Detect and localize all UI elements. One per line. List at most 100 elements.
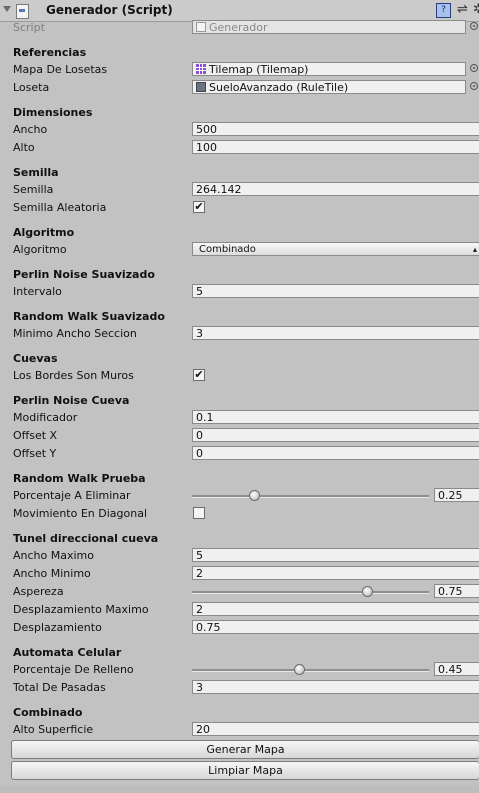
aspereza-slider-thumb[interactable] (361, 586, 373, 597)
script-value: Generador (209, 21, 268, 34)
desplazamiento-maximo-input[interactable]: 2 (192, 602, 479, 616)
slider-track[interactable] (192, 591, 429, 594)
modificador-label: Modificador (13, 411, 78, 424)
intervalo-label: Intervalo (13, 285, 62, 298)
object-picker-icon[interactable] (470, 64, 478, 72)
help-book-icon[interactable]: ? (436, 3, 451, 18)
alto-superficie-label: Alto Superficie (13, 723, 94, 736)
section-referencias: Referencias (13, 46, 87, 59)
offset-x-label: Offset X (13, 429, 58, 442)
alto-label: Alto (13, 141, 35, 154)
mapa-losetas-label: Mapa De Losetas (13, 63, 108, 76)
total-pasadas-label: Total De Pasadas (13, 681, 106, 694)
script-field: Generador (192, 20, 466, 34)
ancho-maximo-input[interactable]: 5 (192, 548, 479, 562)
script-row: Script Generador (0, 19, 479, 37)
desplazamiento-maximo-label: Desplazamiento Maximo (13, 603, 149, 616)
algoritmo-selected: Combinado (199, 244, 256, 255)
ancho-input[interactable]: 500 (192, 122, 479, 136)
modificador-input[interactable]: 0.1 (192, 410, 479, 424)
porcentaje-eliminar-label: Porcentaje A Eliminar (13, 489, 131, 502)
aspereza-row: Aspereza 0.75 (0, 583, 479, 601)
porcentaje-relleno-row: Porcentaje De Relleno 0.45 (0, 661, 479, 679)
porcentaje-eliminar-slider-thumb[interactable] (248, 490, 260, 501)
component-title: Generador (Script) (46, 3, 173, 17)
ruletile-icon (196, 82, 206, 92)
ancho-minimo-row: Ancho Minimo 2 (0, 565, 479, 583)
offset-y-input[interactable]: 0 (192, 446, 479, 460)
ancho-minimo-input[interactable]: 2 (192, 566, 479, 580)
aspereza-input[interactable]: 0.75 (434, 584, 479, 598)
porcentaje-eliminar-row: Porcentaje A Eliminar 0.25 (0, 487, 479, 505)
tilemap-icon (196, 64, 206, 74)
desplazamiento-row: Desplazamiento 0.75 (0, 619, 479, 637)
foldout-arrow-icon[interactable] (3, 6, 11, 12)
section-perlin-cueva: Perlin Noise Cueva (13, 394, 130, 407)
section-automata: Automata Celular (13, 646, 122, 659)
object-picker-icon[interactable] (470, 82, 478, 90)
porcentaje-eliminar-input[interactable]: 0.25 (434, 488, 479, 502)
ancho-minimo-label: Ancho Minimo (13, 567, 91, 580)
section-cuevas: Cuevas (13, 352, 58, 365)
ancho-maximo-label: Ancho Maximo (13, 549, 94, 562)
porcentaje-relleno-slider-thumb[interactable] (293, 664, 305, 675)
ancho-row: Ancho 500 (0, 121, 479, 139)
total-pasadas-input[interactable]: 3 (192, 680, 479, 694)
section-semilla: Semilla (13, 166, 59, 179)
limpiar-mapa-button[interactable]: Limpiar Mapa (11, 761, 479, 780)
generar-mapa-button[interactable]: Generar Mapa (11, 740, 479, 759)
algoritmo-row: Algoritmo Combinado ▴ (0, 241, 479, 259)
modificador-row: Modificador 0.1 (0, 409, 479, 427)
porcentaje-relleno-label: Porcentaje De Relleno (13, 663, 134, 676)
semilla-aleatoria-checkbox[interactable]: ✔ (193, 201, 205, 213)
minimo-ancho-label: Minimo Ancho Seccion (13, 327, 137, 340)
section-algoritmo: Algoritmo (13, 226, 75, 239)
section-combinado: Combinado (13, 706, 83, 719)
movimiento-diagonal-label: Movimiento En Diagonal (13, 507, 148, 520)
offset-y-row: Offset Y 0 (0, 445, 479, 463)
object-picker-icon (470, 22, 478, 30)
desplazamiento-label: Desplazamiento (13, 621, 102, 634)
algoritmo-label: Algoritmo (13, 243, 67, 256)
desplazamiento-maximo-row: Desplazamiento Maximo 2 (0, 601, 479, 619)
ancho-label: Ancho (13, 123, 48, 136)
section-tunel: Tunel direccional cueva (13, 532, 159, 545)
loseta-field[interactable]: SueloAvanzado (RuleTile) (192, 80, 466, 94)
slider-track[interactable] (192, 495, 429, 498)
offset-x-row: Offset X 0 (0, 427, 479, 445)
section-random-walk-prueba: Random Walk Prueba (13, 472, 146, 485)
intervalo-input[interactable]: 5 (192, 284, 479, 298)
slider-track[interactable] (192, 669, 429, 672)
bordes-muros-checkbox[interactable]: ✔ (193, 369, 205, 381)
semilla-aleatoria-label: Semilla Aleatoria (13, 201, 107, 214)
semilla-row: Semilla 264.142 (0, 181, 479, 199)
alto-input[interactable]: 100 (192, 140, 479, 154)
desplazamiento-input[interactable]: 0.75 (192, 620, 479, 634)
semilla-label: Semilla (13, 183, 54, 196)
movimiento-diagonal-checkbox[interactable] (193, 507, 205, 519)
mapa-losetas-field[interactable]: Tilemap (Tilemap) (192, 62, 466, 76)
minimo-ancho-input[interactable]: 3 (192, 326, 479, 340)
total-pasadas-row: Total De Pasadas 3 (0, 679, 479, 697)
alto-row: Alto 100 (0, 139, 479, 157)
loseta-row: Loseta SueloAvanzado (RuleTile) (0, 79, 479, 97)
script-icon (16, 4, 29, 19)
offset-x-input[interactable]: 0 (192, 428, 479, 442)
semilla-aleatoria-row: Semilla Aleatoria ✔ (0, 199, 479, 217)
ancho-maximo-row: Ancho Maximo 5 (0, 547, 479, 565)
script-file-icon (196, 22, 206, 32)
bordes-muros-row: Los Bordes Son Muros ✔ (0, 367, 479, 385)
bordes-muros-label: Los Bordes Son Muros (13, 369, 134, 382)
preset-sliders-icon[interactable]: ⇌ (457, 3, 470, 16)
gear-icon[interactable]: ✲ (473, 3, 479, 16)
section-perlin-suavizado: Perlin Noise Suavizado (13, 268, 155, 281)
minimo-ancho-row: Minimo Ancho Seccion 3 (0, 325, 479, 343)
algoritmo-dropdown[interactable]: Combinado ▴ (192, 242, 479, 256)
loseta-value: SueloAvanzado (RuleTile) (209, 81, 349, 94)
porcentaje-relleno-input[interactable]: 0.45 (434, 662, 479, 676)
alto-superficie-input[interactable]: 20 (192, 722, 479, 736)
mapa-losetas-row: Mapa De Losetas Tilemap (Tilemap) (0, 61, 479, 79)
alto-superficie-row: Alto Superficie 20 (0, 721, 479, 739)
script-label: Script (13, 21, 45, 34)
semilla-input[interactable]: 264.142 (192, 182, 479, 196)
